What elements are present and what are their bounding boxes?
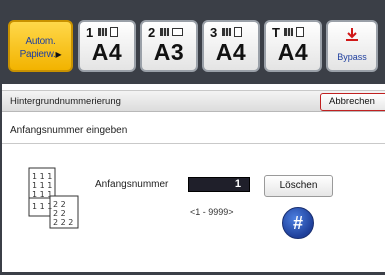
auto-paper-select-button[interactable]: Autom. Papierw.▶	[8, 20, 73, 72]
paper-size: A4	[215, 39, 247, 65]
function-title: Hintergrundnummerierung	[10, 96, 121, 107]
numbered-pages-icon: 1 1 1 1 1 1 1 1 1 2 2 2 2 2 2 2 1 1 1	[28, 167, 79, 229]
bypass-tray-button[interactable]: Bypass	[326, 20, 378, 72]
bypass-tray-icon	[328, 27, 376, 47]
range-hint: <1 - 9999>	[190, 207, 234, 217]
cancel-button[interactable]: Abbrechen	[320, 93, 385, 111]
tray-icon	[160, 28, 169, 36]
tray-1-button[interactable]: 1 A4	[78, 20, 136, 72]
tray-number: 3	[210, 25, 218, 40]
tray-icon	[98, 28, 107, 36]
auto-paper-label-line1: Autom.	[25, 36, 56, 47]
svg-text:1 1 1: 1 1 1	[32, 181, 52, 190]
tray-icon	[222, 28, 231, 36]
hash-key-button[interactable]: #	[282, 207, 314, 239]
bypass-label: Bypass	[337, 52, 367, 62]
auto-paper-label-line2: Papierw.▶	[19, 49, 62, 60]
paper-size: A3	[153, 39, 185, 65]
function-header: Hintergrundnummerierung Abbrechen	[0, 90, 385, 112]
svg-text:2 2: 2 2	[53, 200, 66, 209]
tray-number: 2	[148, 25, 156, 40]
paper-portrait-icon	[234, 27, 242, 37]
tray-number: 1	[86, 25, 94, 40]
tray-2-button[interactable]: 2 A3	[140, 20, 198, 72]
tray-icon	[284, 28, 293, 36]
tray-t-button[interactable]: T A4	[264, 20, 322, 72]
svg-text:2 2: 2 2	[53, 209, 66, 218]
paper-portrait-icon	[110, 27, 118, 37]
paper-portrait-icon	[296, 27, 304, 37]
tray-3-button[interactable]: 3 A4	[202, 20, 260, 72]
divider	[0, 143, 385, 144]
content-panel: Anfangsnummer eingeben 1 1 1 1 1 1 1 1 1…	[0, 115, 385, 275]
paper-size: A4	[277, 39, 309, 65]
svg-text:1 1 1: 1 1 1	[32, 202, 52, 211]
paper-landscape-icon	[172, 28, 183, 36]
svg-text:1 1 1: 1 1 1	[32, 172, 52, 181]
clear-button[interactable]: Löschen	[264, 175, 333, 197]
start-number-label: Anfangsnummer	[95, 179, 169, 190]
start-number-field[interactable]: 1	[188, 177, 250, 192]
tray-number: T	[272, 25, 280, 40]
svg-text:2 2 2: 2 2 2	[53, 218, 73, 227]
section-label: Anfangsnummer eingeben	[10, 125, 128, 136]
left-border	[0, 0, 2, 275]
paper-size: A4	[91, 39, 123, 65]
arrow-right-icon: ▶	[55, 50, 62, 59]
paper-tray-bar: Autom. Papierw.▶ 1 A4 2 A3 3 A4 T A4 Byp…	[0, 0, 385, 84]
